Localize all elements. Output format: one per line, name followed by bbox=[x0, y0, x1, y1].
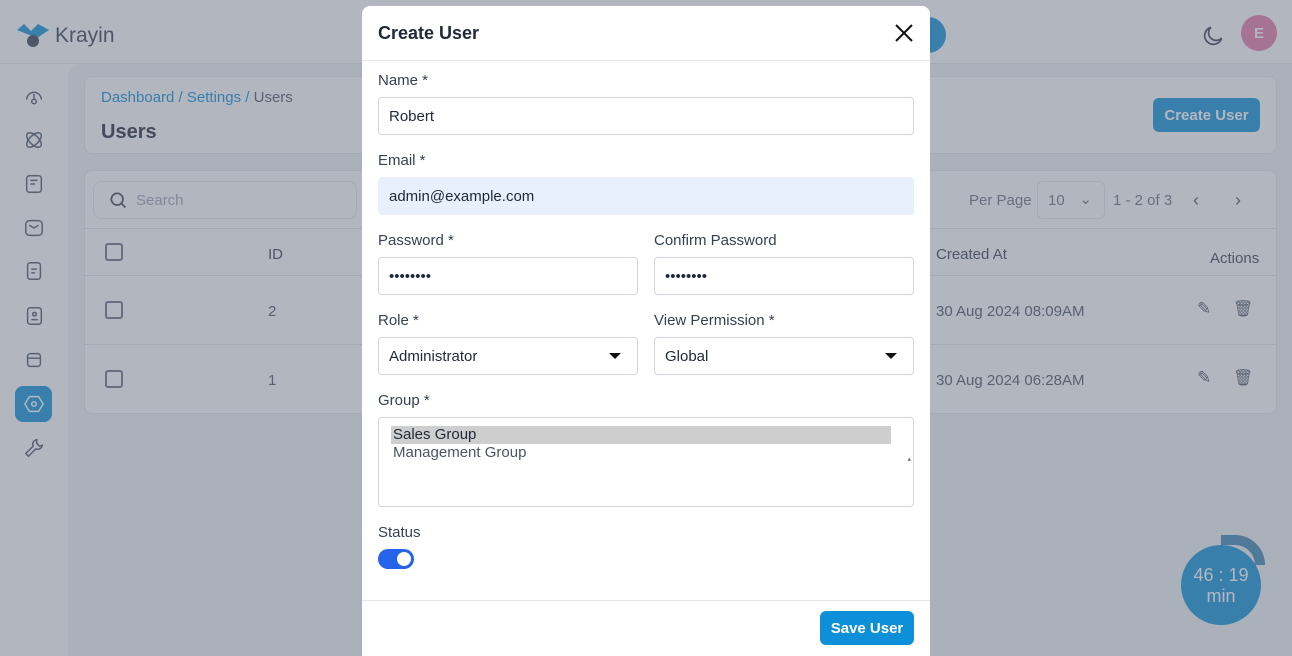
modal-title: Create User bbox=[378, 22, 480, 43]
confirm-password-label: Confirm Password bbox=[654, 232, 777, 249]
modal-footer bbox=[362, 600, 930, 601]
view-permission-select[interactable]: Global bbox=[654, 337, 914, 375]
group-label: Group * bbox=[378, 392, 430, 409]
group-option-management[interactable]: Management Group bbox=[391, 444, 891, 462]
password-field[interactable]: •••••••• bbox=[378, 257, 638, 295]
role-label: Role * bbox=[378, 312, 419, 329]
create-user-modal: Create User Name * Robert Email * admin@… bbox=[362, 6, 930, 656]
view-permission-value: Global bbox=[665, 347, 709, 365]
name-label: Name * bbox=[378, 72, 429, 89]
confirm-password-field[interactable]: •••••••• bbox=[654, 257, 914, 295]
status-toggle[interactable] bbox=[378, 549, 414, 569]
role-select[interactable]: Administrator bbox=[378, 337, 638, 375]
email-value: admin@example.com bbox=[389, 187, 535, 205]
save-user-button[interactable]: Save User bbox=[820, 611, 914, 645]
dropdown-caret-icon bbox=[885, 353, 897, 359]
name-value: Robert bbox=[389, 107, 435, 125]
group-option-sales[interactable]: Sales Group bbox=[391, 426, 891, 444]
listbox-scrollbar[interactable]: ▴ bbox=[907, 420, 911, 500]
status-label: Status bbox=[378, 524, 421, 541]
role-value: Administrator bbox=[389, 347, 478, 365]
confirm-password-value: •••••••• bbox=[665, 267, 708, 285]
password-label: Password * bbox=[378, 232, 454, 249]
close-icon[interactable] bbox=[894, 23, 914, 43]
view-permission-label: View Permission * bbox=[654, 312, 775, 329]
email-label: Email * bbox=[378, 152, 426, 169]
password-value: •••••••• bbox=[389, 267, 432, 285]
group-multiselect[interactable]: Sales Group Management Group ▴ bbox=[378, 417, 914, 507]
email-field[interactable]: admin@example.com bbox=[378, 177, 914, 215]
name-field[interactable]: Robert bbox=[378, 97, 914, 135]
dropdown-caret-icon bbox=[609, 353, 621, 359]
